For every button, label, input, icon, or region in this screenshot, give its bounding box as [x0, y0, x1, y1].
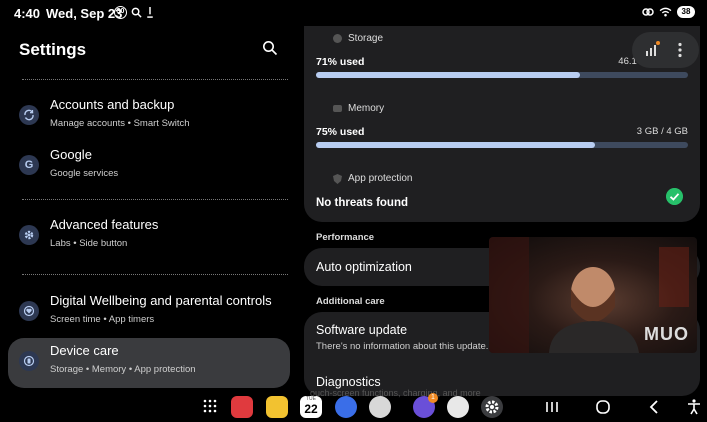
menu-item-title: Google: [50, 147, 92, 162]
menu-item-title: Accounts and backup: [50, 97, 175, 112]
storage-label: Storage: [348, 33, 384, 44]
storage-bar: [316, 72, 688, 78]
menu-item-title: Advanced features: [50, 217, 159, 232]
memory-section-label: Memory: [333, 103, 384, 114]
software-update-subtitle: There's no information about this update…: [316, 341, 489, 352]
calendar-day: 22: [304, 402, 318, 416]
storage-used: 71% used: [316, 56, 365, 68]
more-options-icon[interactable]: [677, 42, 683, 58]
menu-item-google[interactable]: G Google Google services: [8, 142, 290, 192]
additional-care-heading: Additional care: [316, 296, 385, 307]
browser-app-icon[interactable]: [335, 396, 357, 418]
notification-count-icon: 30: [114, 6, 127, 19]
menu-item-subtitle: Manage accounts • Smart Switch: [50, 118, 190, 129]
menu-item-subtitle: Google services: [50, 168, 119, 179]
memory-bar-fill: [316, 142, 595, 148]
search-icon[interactable]: [262, 40, 278, 56]
storage-bar-fill: [316, 72, 581, 78]
calendar-app-icon[interactable]: TUE 22: [300, 396, 322, 418]
storage-icon: [333, 34, 342, 43]
protection-status: No threats found: [316, 197, 408, 209]
signal-bars-icon[interactable]: [644, 41, 660, 57]
recents-button-icon[interactable]: [543, 398, 561, 416]
wifi-icon: [659, 7, 672, 17]
back-button-icon[interactable]: [645, 398, 663, 416]
app-drawer-icon[interactable]: [203, 399, 217, 413]
menu-item-device-care[interactable]: Device care Storage • Memory • App prote…: [8, 338, 290, 388]
menu-item-subtitle: Storage • Memory • App protection: [50, 364, 196, 375]
search-app-icon[interactable]: 1: [413, 393, 438, 418]
files-app-icon[interactable]: [266, 396, 288, 418]
storage-section-label: Storage: [333, 33, 383, 44]
video-picture-in-picture[interactable]: MUO: [489, 237, 697, 353]
gear-plus-icon: [19, 225, 39, 245]
sync-icon: [19, 105, 39, 125]
divider: [22, 199, 288, 200]
software-update-title[interactable]: Software update: [316, 323, 407, 337]
page-title: Settings: [19, 40, 87, 59]
menu-item-subtitle: Labs • Side button: [50, 238, 128, 249]
search-notification-icon: [131, 7, 142, 18]
video-watermark: MUO: [644, 324, 689, 344]
memory-icon: [333, 105, 342, 112]
memory-bar: [316, 142, 688, 148]
divider: [22, 79, 288, 80]
menu-item-title: Digital Wellbeing and parental controls: [50, 293, 272, 308]
heart-icon: [19, 301, 39, 321]
memory-used: 75% used: [316, 126, 365, 138]
performance-heading: Performance: [316, 232, 375, 243]
menu-item-accounts-backup[interactable]: Accounts and backup Manage accounts • Sm…: [8, 92, 290, 142]
home-button-icon[interactable]: [594, 398, 612, 416]
download-icon: [147, 7, 153, 18]
search-app-badge: 1: [428, 393, 438, 403]
auto-optimization-label: Auto optimization: [316, 260, 412, 274]
device-care-icon: [19, 351, 39, 371]
settings-app-icon[interactable]: [481, 396, 503, 418]
diagnostics-title[interactable]: Diagnostics: [316, 375, 381, 389]
memory-amount: 3 GB / 4 GB: [636, 126, 688, 137]
menu-item-subtitle: Screen time • App timers: [50, 314, 155, 325]
battery-icon: 38: [677, 6, 695, 18]
gear-icon: [485, 400, 499, 414]
camera-app-icon[interactable]: [369, 396, 391, 418]
protection-section-label: App protection: [333, 173, 413, 184]
status-icons-left: 30: [114, 6, 154, 19]
menu-item-digital-wellbeing[interactable]: Digital Wellbeing and parental controls …: [8, 288, 290, 338]
accessibility-icon[interactable]: [685, 398, 703, 416]
protection-label: App protection: [348, 173, 413, 184]
taskbar: TUE 22 1: [0, 393, 707, 422]
memory-label: Memory: [348, 103, 385, 114]
google-icon: G: [19, 155, 39, 175]
status-bar: 4:40 Wed, Sep 23 30 38: [0, 0, 707, 26]
settings-list-pane: Settings Accounts and backup Manage acco…: [0, 26, 298, 422]
link-icon: [642, 8, 654, 16]
chrome-app-icon[interactable]: [447, 396, 469, 418]
status-icons-right: 38: [642, 6, 695, 18]
status-date: Wed, Sep 23: [46, 6, 123, 21]
status-time: 4:40: [14, 6, 41, 21]
flipboard-app-icon[interactable]: [231, 396, 253, 418]
check-icon: [666, 188, 683, 205]
menu-item-title: Device care: [50, 343, 119, 358]
floating-overlay-controls[interactable]: [632, 32, 699, 68]
shield-icon: [333, 173, 342, 184]
divider: [22, 274, 288, 275]
menu-item-advanced-features[interactable]: Advanced features Labs • Side button: [8, 212, 290, 262]
